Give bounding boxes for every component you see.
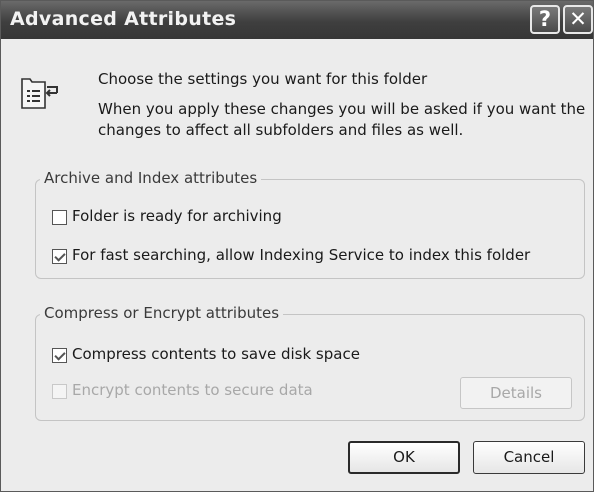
intro-heading: Choose the settings you want for this fo… xyxy=(98,70,428,88)
ok-button[interactable]: OK xyxy=(348,441,460,474)
intro-description-line2: changes to affect all subfolders and fil… xyxy=(98,121,464,139)
encrypt-label: Encrypt contents to secure data xyxy=(72,381,313,399)
archive-index-group xyxy=(35,179,585,279)
compress-checkbox[interactable] xyxy=(52,348,67,363)
archive-index-legend: Archive and Index attributes xyxy=(40,169,262,187)
folder-settings-icon xyxy=(21,78,58,109)
intro-description-line1: When you apply these changes you will be… xyxy=(98,100,586,118)
close-button[interactable]: ✕ xyxy=(563,5,593,34)
details-button: Details xyxy=(460,377,572,409)
cancel-button[interactable]: Cancel xyxy=(473,441,585,474)
help-button[interactable]: ? xyxy=(530,5,560,34)
folder-archiving-label[interactable]: Folder is ready for archiving xyxy=(72,207,282,225)
advanced-attributes-dialog: Advanced Attributes ? ✕ Choose the setti… xyxy=(0,0,594,492)
close-icon: ✕ xyxy=(569,7,587,31)
encrypt-checkbox xyxy=(52,384,67,399)
indexing-checkbox[interactable] xyxy=(52,249,67,264)
compress-encrypt-legend: Compress or Encrypt attributes xyxy=(40,304,284,322)
title-bar[interactable]: Advanced Attributes ? ✕ xyxy=(1,1,593,39)
help-icon: ? xyxy=(538,7,552,31)
folder-archiving-checkbox[interactable] xyxy=(52,210,67,225)
indexing-label[interactable]: For fast searching, allow Indexing Servi… xyxy=(72,246,530,264)
compress-label[interactable]: Compress contents to save disk space xyxy=(72,345,360,363)
dialog-title: Advanced Attributes xyxy=(10,8,237,30)
